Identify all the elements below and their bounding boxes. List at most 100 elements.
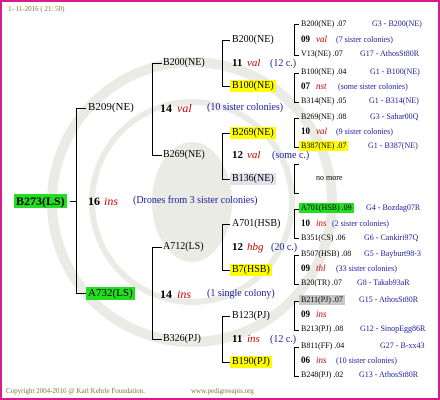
footer-site-link[interactable]: www.pedigreeapis.org [191,388,254,395]
connector [294,347,299,348]
root-queen[interactable]: B273(LS) [14,194,67,208]
g4-top-1[interactable]: B200(NE) .07 [301,20,346,28]
g4-botlink-8[interactable]: G13 - AthosSt80R [359,371,418,379]
g4-botlink-3[interactable]: G1 - B387(NE) [368,142,418,150]
g4-tag-3: val [316,126,327,136]
g2-queen-4[interactable]: B326(PJ) [163,334,201,344]
connector [294,301,295,331]
g4-toplink-7[interactable]: G15 - AthosSt80R [359,296,418,304]
g4-top-3[interactable]: B269(NE) .08 [301,113,346,121]
g4-botlink-6[interactable]: G8 - Takab93aR [357,279,410,287]
g4-botlink-2[interactable]: G1 - B314(NE) [369,97,419,105]
connector [294,55,299,56]
connector [152,339,162,340]
g4-toplink-3[interactable]: G3 - Sahar00Q [370,113,418,121]
g4-toplink-2[interactable]: G1 - B100(NE) [370,68,420,76]
g4-year-2: 07 [301,81,310,91]
g4-toplink-8[interactable]: G27 - B-xx43 [380,342,424,350]
connector [152,247,153,339]
g3-queen-7[interactable]: B123(PJ) [232,311,270,321]
g4-botlink-5[interactable]: G6 - Cankiri97Q [364,234,418,242]
connector [294,209,295,239]
g1-year-bottom: 14 [160,287,172,301]
g3-queen-5[interactable]: A701(HSB) [232,219,280,229]
g4-nomore: no more [316,173,343,182]
g3-queen-4[interactable]: B136(NE) [230,173,276,185]
g4-bot-7[interactable]: B213(PJ) .08 [301,325,343,333]
connector [222,224,223,270]
connector [222,40,230,41]
connector [294,102,299,103]
connector [152,247,162,248]
g4-top-8[interactable]: B811(FF) .04 [301,342,344,350]
connector [294,118,295,148]
connector [222,224,230,225]
g4-top-2[interactable]: B100(NE) .04 [301,68,346,76]
g4-bot-1[interactable]: V13(NE) .07 [301,50,343,58]
g4-year-1: 09 [301,34,310,44]
g1-queen-top[interactable]: B209(NE) [88,102,134,113]
connector [294,376,299,377]
g3-queen-6[interactable]: B7(HSB) [230,264,272,276]
g4-tag-2: nst [316,81,327,91]
g2-note-4: (12 c.) [270,334,297,345]
connector [222,133,223,179]
g2-tag-2: val [247,149,261,161]
g2-tag-1: val [247,57,261,69]
g1-note-bottom: (1 single colony) [207,288,275,299]
g4-top-6[interactable]: B507(HSB) .08 [301,250,351,258]
g4-toplink-6[interactable]: G5 - Bayburt98-3 [364,250,421,258]
connector [294,193,299,194]
connector [222,179,230,180]
g4-tag-8: ins [316,355,327,365]
g1-year-top: 14 [160,101,172,115]
g2-tag-3: hbg [247,241,264,253]
g4-top-7[interactable]: B211(PJ) .07 [299,295,345,305]
g3-queen-3[interactable]: B269(NE) [230,127,276,139]
g4-toplink-1[interactable]: G3 - B200(NE) [372,20,422,28]
connector [294,164,299,165]
connector [294,73,295,103]
connector [294,347,295,377]
g3-queen-1[interactable]: B200(NE) [232,35,274,45]
g4-tag-1: val [316,34,327,44]
connector [222,316,230,317]
connector [76,108,86,109]
g2-queen-1[interactable]: B200(NE) [163,58,205,68]
g4-year-3: 10 [301,126,310,136]
g4-botlink-7[interactable]: G12 - SinopEgg86R [360,325,425,333]
g2-queen-3[interactable]: A712(LS) [163,242,204,252]
g4-bot-3[interactable]: B387(NE) .07 [299,141,349,151]
g1-note-top: (10 sister colonies) [207,102,284,113]
g3-queen-2[interactable]: B100(NE) [230,80,276,92]
g2-note-1: (12 c.) [270,58,297,69]
g4-bot-6[interactable]: B20(TR) .07 [301,279,342,287]
pedigree-frame: 1- 11-2016 ( 21: 50) B273(LS) 16 ins (Dr… [0,0,440,400]
connector [222,86,230,87]
g2-year-2: 12 [232,149,243,161]
g4-bot-8[interactable]: B248(PJ) .02 [301,371,343,379]
g1-tag-top: val [177,101,192,115]
g4-note-6: (33 sister colonies) [336,264,397,273]
g2-queen-2[interactable]: B269(NE) [163,150,205,160]
connector [294,24,295,56]
connector [222,40,223,86]
g4-top-5[interactable]: A701(HSB) .09 [299,203,354,213]
g4-tag-6: thl [316,263,326,273]
connector [222,270,230,271]
g4-toplink-5[interactable]: G4 - Bozdag07R [366,204,420,212]
g4-botlink-1[interactable]: G17 - AthosSt80R [360,50,419,58]
g1-tag-bottom: ins [177,287,192,301]
g1-queen-bottom[interactable]: A732(LS) [86,287,135,300]
connector [294,238,299,239]
g4-bot-5[interactable]: B351(CS) .06 [301,234,345,242]
connector [76,293,86,294]
connector [222,362,230,363]
g4-tag-5: ins [316,218,327,228]
g4-year-6: 09 [301,263,310,273]
connector [294,164,295,194]
g3-queen-8[interactable]: B190(PJ) [230,356,272,368]
root-note: (Drones from 3 sister colonies) [133,195,258,206]
root-year: 16 [88,194,100,208]
g4-bot-2[interactable]: B314(NE) .05 [301,97,346,105]
